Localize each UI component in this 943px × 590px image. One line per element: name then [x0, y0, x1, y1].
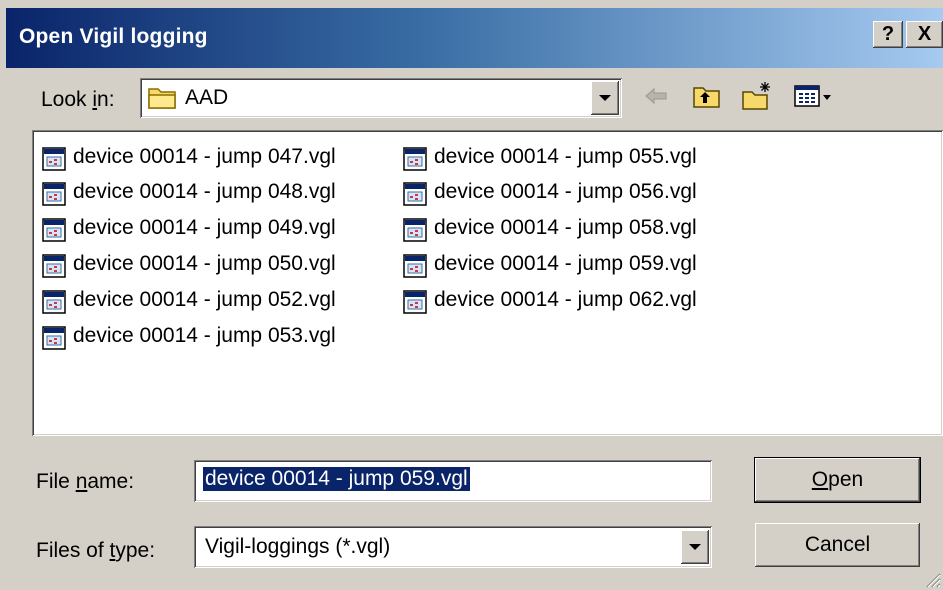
vgl-file-icon [403, 218, 427, 242]
new-folder-icon[interactable] [741, 80, 773, 112]
file-type-dropdown-arrow[interactable] [681, 530, 709, 564]
vgl-file-icon [42, 326, 66, 350]
title-bar[interactable]: Open Vigil logging ? X [6, 8, 943, 68]
view-menu-icon[interactable] [793, 80, 835, 112]
file-type-value: Vigil-loggings (*.vgl) [205, 535, 391, 558]
look-in-value: AAD [185, 86, 229, 109]
file-name-text: device 00014 - jump 049.vgl [73, 216, 336, 239]
look-in-dropdown-arrow[interactable] [591, 81, 619, 115]
close-button[interactable]: X [906, 21, 943, 48]
open-dialog: Open Vigil logging ? X Look in: AAD devi… [0, 0, 943, 590]
file-name-text: device 00014 - jump 052.vgl [73, 288, 336, 311]
vgl-file-icon [42, 147, 66, 171]
look-in-combo[interactable]: AAD [140, 78, 622, 118]
file-name-text: device 00014 - jump 058.vgl [434, 216, 697, 239]
file-name-text: device 00014 - jump 047.vgl [73, 145, 336, 168]
file-name-text: device 00014 - jump 050.vgl [73, 252, 336, 275]
vgl-file-icon [403, 254, 427, 278]
file-list[interactable]: device 00014 - jump 047.vgl device 00014… [32, 130, 943, 436]
look-in-label: Look in: [41, 88, 115, 111]
vgl-file-icon [403, 182, 427, 206]
file-name-label: File name: [36, 470, 135, 493]
vgl-file-icon [42, 254, 66, 278]
file-name-text: device 00014 - jump 059.vgl [434, 252, 697, 275]
up-folder-icon[interactable] [691, 80, 723, 112]
file-name-text: device 00014 - jump 048.vgl [73, 180, 336, 203]
vgl-file-icon [403, 147, 427, 171]
file-type-combo[interactable]: Vigil-loggings (*.vgl) [194, 526, 712, 568]
file-name-text: device 00014 - jump 055.vgl [434, 145, 697, 168]
file-name-text: device 00014 - jump 062.vgl [434, 288, 697, 311]
vgl-file-icon [42, 290, 66, 314]
back-arrow-icon[interactable] [640, 80, 672, 112]
folder-icon [148, 88, 176, 109]
file-name-field[interactable]: device 00014 - jump 059.vgl [194, 460, 712, 502]
vgl-file-icon [42, 182, 66, 206]
cancel-button[interactable]: Cancel [755, 523, 920, 567]
file-name-text: device 00014 - jump 053.vgl [73, 324, 336, 347]
file-name-text: device 00014 - jump 056.vgl [434, 180, 697, 203]
open-button[interactable]: Open [755, 458, 920, 502]
window-title: Open Vigil logging [19, 25, 208, 48]
help-button[interactable]: ? [873, 21, 903, 48]
resize-grip-icon[interactable] [923, 570, 941, 588]
file-type-label: Files of type: [36, 539, 156, 562]
file-name-value: device 00014 - jump 059.vgl [203, 467, 470, 491]
vgl-file-icon [42, 218, 66, 242]
vgl-file-icon [403, 290, 427, 314]
